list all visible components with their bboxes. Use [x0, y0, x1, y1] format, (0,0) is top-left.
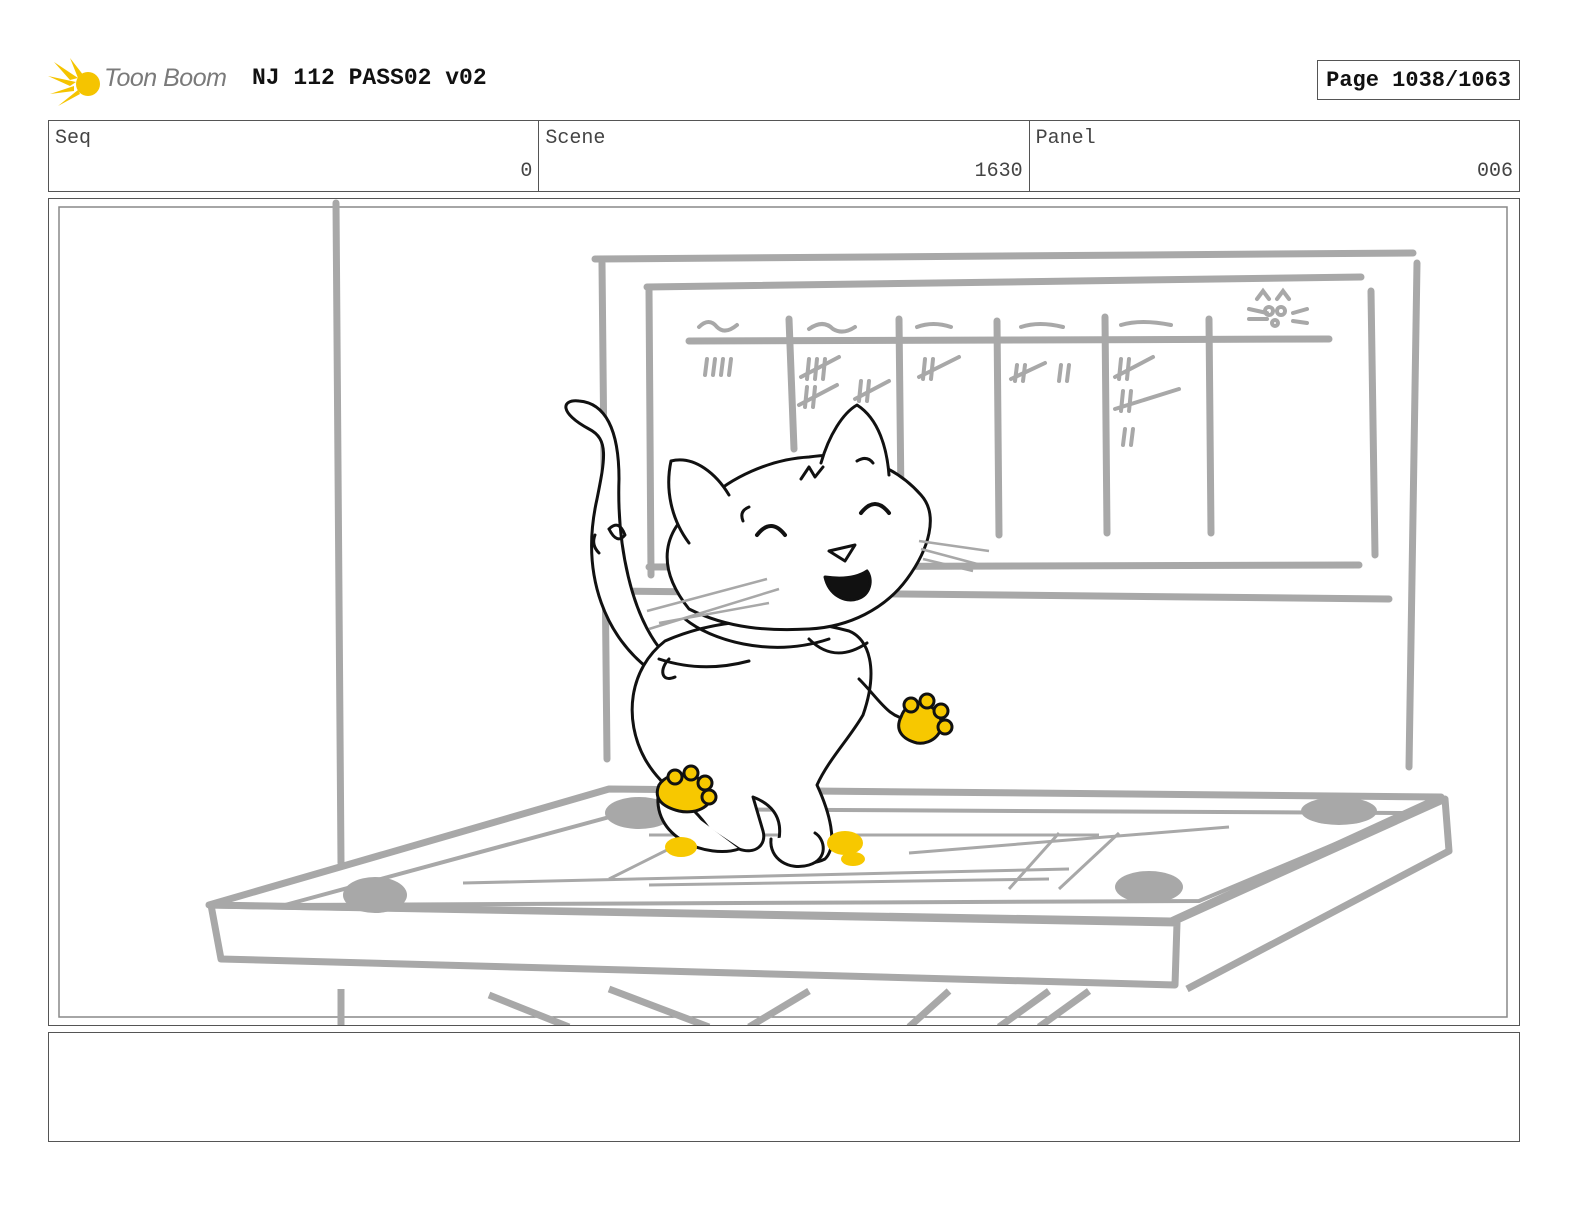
project-title: NJ 112 PASS02 v02	[252, 65, 487, 91]
storyboard-panel	[48, 198, 1520, 1026]
panel-notes	[48, 1032, 1520, 1142]
storyboard-header: Toon Boom NJ 112 PASS02 v02 Page 1038/10…	[48, 50, 1520, 110]
scene-label: Scene	[545, 127, 606, 150]
panel-label: Panel	[1035, 127, 1096, 150]
logo-text: Toon Boom	[104, 64, 227, 92]
panel-sketch-artwork	[58, 199, 1508, 1025]
seq-label: Seq	[55, 127, 92, 150]
seq-value: 0	[520, 160, 533, 183]
scene-value: 1630	[974, 160, 1023, 183]
page-indicator: Page 1038/1063	[1317, 60, 1520, 100]
seq-cell: Seq 0	[49, 121, 540, 191]
panel-cell: Panel 006	[1030, 121, 1519, 191]
scene-cell: Scene 1630	[539, 121, 1030, 191]
panel-info-row: Seq 0 Scene 1630 Panel 006	[48, 120, 1520, 192]
panel-value: 006	[1476, 160, 1513, 183]
